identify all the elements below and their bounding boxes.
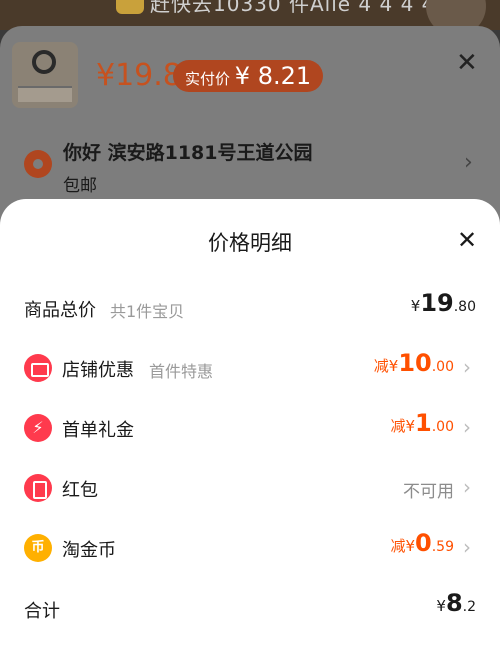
sheet-close-icon[interactable]: ✕ (456, 48, 478, 78)
chevron-right-icon: › (463, 535, 471, 559)
price-detail-panel: 价格明细 ✕ 商品总价 共1件宝贝 ¥19.80 店铺优惠 首件特惠 减¥10.… (0, 199, 500, 663)
close-icon[interactable]: ✕ (457, 226, 477, 254)
row-sum: 合计 ¥8.2 (0, 583, 500, 635)
row-total-goods: 商品总价 共1件宝贝 ¥19.80 (0, 283, 500, 335)
red-packet-icon (24, 474, 52, 502)
chevron-right-icon: › (463, 415, 471, 439)
chevron-right-icon: › (463, 475, 471, 499)
total-goods-label: 商品总价 (24, 300, 96, 321)
row-shop-discount[interactable]: 店铺优惠 首件特惠 减¥10.00 › (0, 343, 500, 395)
sum-value: ¥8.2 (436, 589, 476, 617)
row-taobao-coin[interactable]: 币 淘金币 减¥0.59 › (0, 523, 500, 575)
paid-label: 实付价 (185, 70, 231, 88)
lamp-image-icon (32, 50, 56, 74)
banner-text: 赶快去10330 件Alle 4 4 4 4 (150, 0, 436, 16)
first-order-label: 首单礼金 (62, 420, 134, 441)
store-icon (24, 354, 52, 382)
total-goods-sub: 共1件宝贝 (110, 302, 185, 321)
chevron-right-icon: › (463, 355, 471, 379)
red-packet-status: 不可用 (403, 482, 454, 502)
first-order-value: 减¥1.00 (390, 409, 454, 437)
delivery-address[interactable]: 你好 滨安路1181号王道公园 (63, 138, 313, 165)
product-price: ¥19.8 (96, 58, 182, 93)
location-icon (24, 150, 52, 178)
row-red-packet[interactable]: 红包 不可用 › (0, 463, 500, 515)
taobao-coin-label: 淘金币 (62, 540, 116, 561)
row-first-order-gift[interactable]: ⚡ 首单礼金 减¥1.00 › (0, 403, 500, 455)
panel-title: 价格明细 (208, 231, 292, 255)
coin-icon: 币 (24, 534, 52, 562)
shop-discount-label: 店铺优惠 (62, 360, 134, 381)
red-packet-label: 红包 (62, 480, 98, 501)
shop-discount-sub: 首件特惠 (149, 362, 214, 381)
taobao-coin-value: 减¥0.59 (390, 529, 454, 557)
bolt-icon: ⚡ (24, 414, 52, 442)
shipping-info: 包邮 (63, 176, 97, 196)
banner-badge-icon (116, 0, 144, 14)
paid-price-badge: 实付价 ¥ 8.21 (173, 60, 324, 92)
shop-discount-value: 减¥10.00 (373, 349, 454, 377)
paid-price: ¥ 8.21 (234, 62, 312, 90)
address-chevron-right-icon[interactable]: › (464, 150, 473, 175)
sum-label: 合计 (24, 601, 60, 622)
total-goods-value: ¥19.80 (410, 289, 476, 317)
product-thumbnail (12, 42, 78, 108)
